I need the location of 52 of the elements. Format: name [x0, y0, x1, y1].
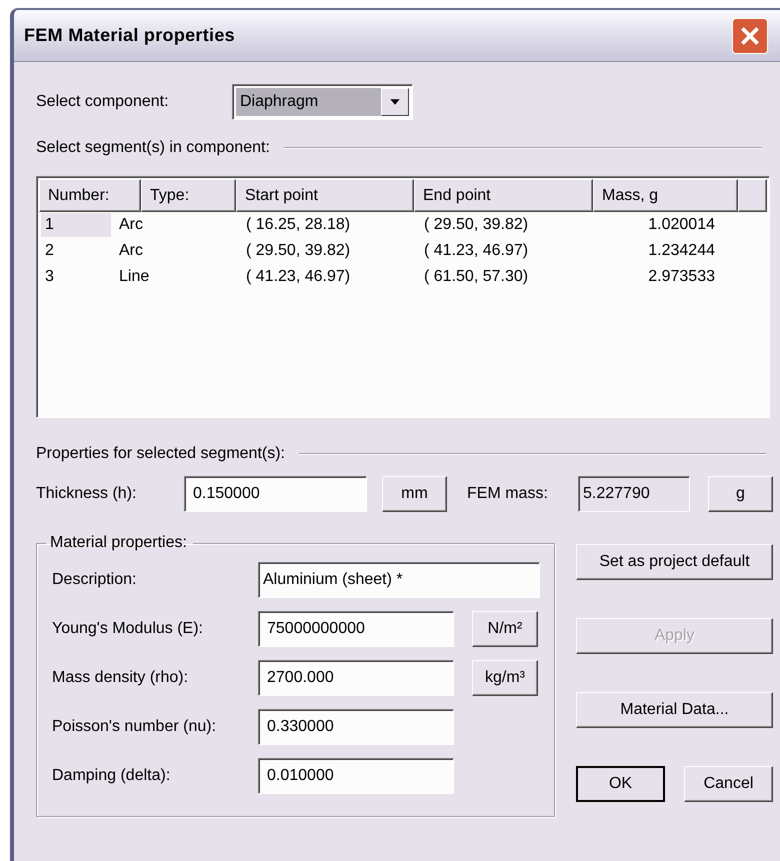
component-dropdown[interactable]: Diaphragm — [232, 84, 413, 120]
window-title: FEM Material properties — [24, 25, 235, 46]
unit-button[interactable]: kg/m³ — [472, 660, 538, 696]
table-cell[interactable]: 2 — [41, 239, 111, 263]
column-header[interactable]: End point — [414, 179, 593, 212]
field-label: Description: — [52, 571, 138, 589]
group-label: Material properties: — [49, 534, 188, 552]
section-heading: Properties for selected segment(s): — [36, 445, 285, 463]
column-header[interactable]: Start point — [236, 179, 414, 212]
field-label: Select component: — [36, 93, 170, 111]
text-field[interactable]: 2700.000 — [258, 660, 454, 696]
table-cell-text: ( 29.50, 39.82) — [245, 241, 352, 261]
text-field[interactable]: 0.010000 — [258, 758, 454, 794]
table-cell-text: Arc — [118, 241, 144, 261]
column-header[interactable]: Type: — [141, 179, 236, 212]
dialog-button[interactable]: Material Data... — [576, 692, 773, 728]
table-cell-text: 2.973533 — [647, 267, 716, 287]
unit-button[interactable]: mm — [382, 476, 447, 512]
text-field[interactable]: Aluminium (sheet) * — [258, 562, 540, 598]
unit-button[interactable]: g — [708, 476, 773, 512]
column-header[interactable]: Mass, g — [593, 179, 738, 212]
table-cell-text: ( 29.50, 39.82) — [423, 215, 530, 235]
field-label: FEM mass: — [467, 485, 549, 503]
caret-icon[interactable] — [381, 88, 409, 116]
table-cell-text: ( 41.23, 46.97) — [423, 241, 530, 261]
thickness-field[interactable]: 0.150000 — [184, 476, 367, 512]
column-header[interactable]: Number: — [39, 179, 141, 212]
field-label: Thickness (h): — [36, 485, 138, 503]
field-label: Mass density (rho): — [52, 669, 190, 687]
section-heading: Select segment(s) in component: — [36, 139, 270, 157]
text-field[interactable]: 75000000000 — [258, 611, 454, 647]
text-field[interactable]: 0.330000 — [258, 709, 454, 745]
table-cell-text: Arc — [118, 215, 144, 235]
dialog-button[interactable]: Cancel — [684, 766, 773, 802]
close-icon[interactable] — [732, 18, 768, 54]
segment-list[interactable]: Number: Type: Start point End point Mass, g 1 Arc ( 16.25, 28.18) ( 29.50, 39.82) 1.020014 2 Arc ( 29.50, 39.82) ( 41.23, 46.97) 1.234244 3 Line ( 41.23, 46.97) ( 61.50, 57.30) 2.973533 — [36, 176, 770, 418]
dialog-button[interactable]: Set as project default — [576, 544, 773, 580]
field-label: Poisson's number (nu): — [52, 718, 218, 736]
field-label: Damping (delta): — [52, 767, 172, 785]
table-cell-text: ( 41.23, 46.97) — [245, 267, 352, 287]
table-cell-text: 1.020014 — [647, 215, 716, 235]
field-label: Young's Modulus (E): — [52, 620, 204, 638]
empty-column-header — [738, 179, 767, 212]
unit-button[interactable]: N/m² — [472, 611, 538, 647]
table-cell-text: ( 61.50, 57.30) — [423, 267, 530, 287]
table-cell-text: Line — [118, 267, 150, 287]
table-cell[interactable]: 3 — [41, 265, 111, 289]
mass-field: 5.227790 — [578, 476, 690, 512]
table-cell-text: ( 16.25, 28.18) — [245, 215, 352, 235]
table-cell-text: 1.234244 — [647, 241, 716, 261]
dialog-button[interactable]: OK — [576, 766, 665, 802]
table-cell[interactable]: 1 — [41, 213, 111, 237]
